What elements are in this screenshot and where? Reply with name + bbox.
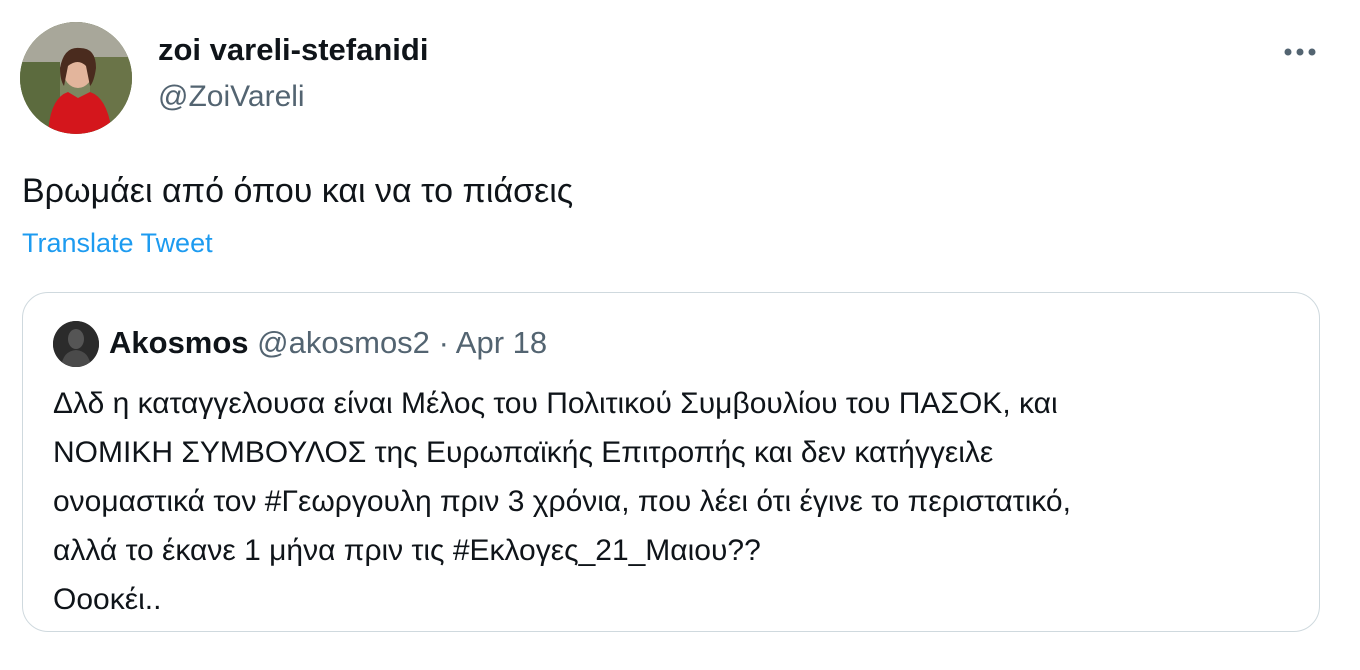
quoted-text-line: ΝΟΜΙΚΗ ΣΥΜΒΟΥΛΟΣ της Ευρωπαϊκής Επιτροπή…: [53, 436, 994, 469]
tweet[interactable]: zoi vareli-stefanidi @ZoiVareli Βρωμάει …: [0, 0, 1360, 670]
quoted-text: Δλδ η καταγγελουσα είναι Μέλος του Πολιτ…: [53, 379, 1293, 624]
quoted-avatar[interactable]: [53, 321, 99, 367]
author-name[interactable]: zoi vareli-stefanidi: [158, 32, 428, 68]
translate-tweet-link[interactable]: Translate Tweet: [22, 228, 213, 259]
quoted-header: Akosmos @akosmos2 · Apr 18: [109, 325, 547, 361]
more-horizontal-icon: [1284, 48, 1316, 56]
more-options-button[interactable]: [1276, 32, 1324, 72]
avatar[interactable]: [20, 22, 132, 134]
author-handle[interactable]: @ZoiVareli: [158, 80, 305, 114]
quoted-avatar-image: [53, 321, 99, 367]
quoted-author-name[interactable]: Akosmos: [109, 325, 249, 360]
quoted-text-line: αλλά το έκανε 1 μήνα πριν τις #Εκλογες_2…: [53, 534, 761, 567]
quoted-tweet[interactable]: Akosmos @akosmos2 · Apr 18 Δλδ η καταγγε…: [22, 292, 1320, 632]
quoted-date[interactable]: Apr 18: [456, 325, 547, 360]
avatar-image: [20, 22, 132, 134]
separator-dot: ·: [438, 325, 449, 360]
quoted-text-line: Δλδ η καταγγελουσα είναι Μέλος του Πολιτ…: [53, 387, 1058, 420]
quoted-text-line: Οοοκέι..: [53, 583, 162, 616]
quoted-author-handle[interactable]: @akosmos2: [257, 325, 430, 360]
tweet-text: Βρωμάει από όπου και να το πιάσεις: [22, 172, 574, 210]
quoted-text-line: ονομαστικά τον #Γεωργουλη πριν 3 χρόνια,…: [53, 485, 1071, 518]
